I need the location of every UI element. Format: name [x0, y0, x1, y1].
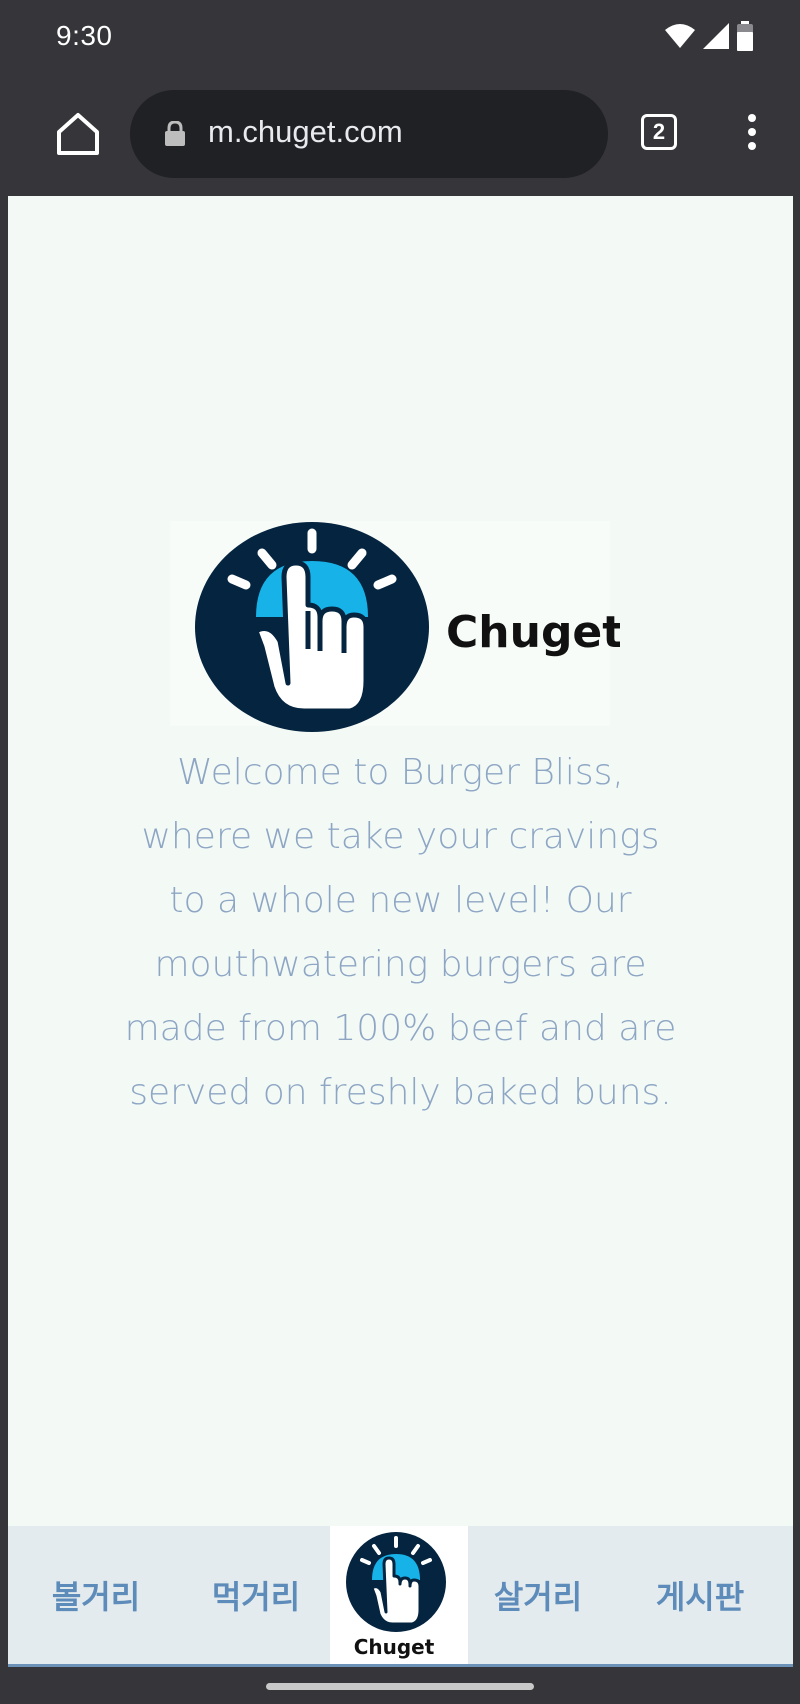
nav-home-logo[interactable]: Chuget [330, 1526, 468, 1664]
nav-item-attractions[interactable]: 볼거리 [26, 1526, 166, 1664]
address-bar[interactable]: m.chuget.com [130, 90, 608, 178]
chuget-logo: Chuget [170, 511, 623, 736]
tabs-button[interactable]: 2 [641, 114, 677, 150]
browser-toolbar: m.chuget.com 2 [8, 78, 794, 196]
nav-logo-wordmark: Chuget [354, 1635, 435, 1659]
pointer-hand-icon: Chuget [346, 1532, 446, 1659]
chuget-logo-graphic: Chuget [170, 521, 623, 732]
more-vert-icon[interactable] [746, 114, 758, 154]
nav-item-shopping[interactable]: 살거리 [468, 1526, 608, 1664]
home-button[interactable] [54, 110, 102, 158]
status-time: 9:30 [56, 20, 113, 51]
welcome-text: Welcome to Burger Bliss, where we take y… [124, 752, 677, 1113]
gesture-area [0, 1667, 800, 1704]
status-icons [664, 20, 754, 52]
gesture-handle[interactable] [266, 1683, 534, 1690]
wifi-icon [665, 24, 695, 48]
nav-item-board[interactable]: 게시판 [630, 1526, 770, 1664]
lock-icon [165, 121, 185, 146]
battery-icon [737, 21, 753, 51]
signal-icon [703, 23, 729, 49]
nav-item-food[interactable]: 먹거리 [186, 1526, 326, 1664]
bottom-nav: 볼거리 먹거리 Chuget 살거리 게시판 [8, 1526, 793, 1667]
page-content: Chuget Welcome to Burger Bliss, where we… [8, 196, 793, 1526]
home-icon [57, 113, 99, 155]
tab-count: 2 [652, 119, 666, 144]
status-bar: 9:30 [8, 0, 794, 78]
logo-wordmark: Chuget [446, 607, 620, 658]
url-text: m.chuget.com [208, 114, 403, 149]
